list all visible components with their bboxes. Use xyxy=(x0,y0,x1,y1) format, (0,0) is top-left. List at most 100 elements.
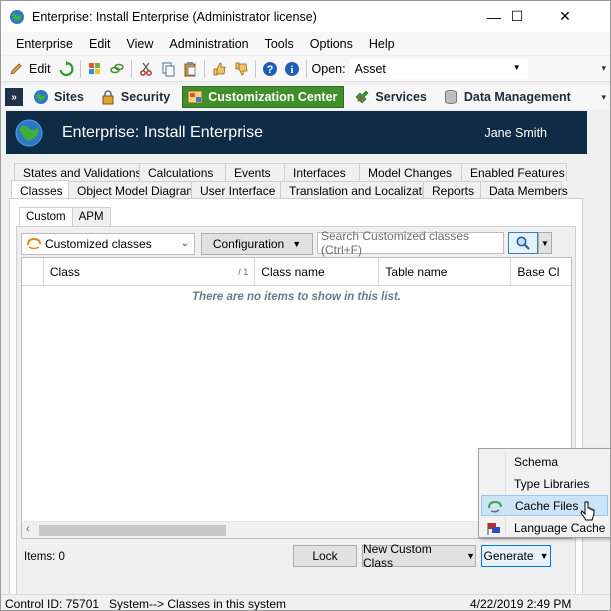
nav-item-label: Services xyxy=(375,90,427,104)
column-header-table-name[interactable]: Table name xyxy=(379,258,512,286)
tab-enabled-features[interactable]: Enabled Features xyxy=(461,163,567,181)
menu-administration[interactable]: Administration xyxy=(161,37,256,51)
chevron-down-icon[interactable]: » xyxy=(5,88,23,106)
tab-row-upper: States and Validations Calculations Even… xyxy=(14,163,567,181)
tabs-area: States and Validations Calculations Even… xyxy=(6,157,587,609)
nav-bar: » Sites Security Customization Center Se… xyxy=(1,85,610,109)
cut-icon[interactable] xyxy=(137,60,155,78)
open-label: Open: xyxy=(311,61,346,76)
menu-item-label: Type Libraries xyxy=(514,476,590,491)
column-header-class-name[interactable]: Class name xyxy=(255,258,380,286)
class-filter-value: Customized classes xyxy=(45,237,152,251)
menu-options[interactable]: Options xyxy=(302,37,361,51)
menu-tools[interactable]: Tools xyxy=(257,37,302,51)
menu-help[interactable]: Help xyxy=(361,37,403,51)
tab-apm[interactable]: APM xyxy=(71,207,111,226)
tab-classes[interactable]: Classes xyxy=(11,180,69,200)
open-select[interactable]: Asset ▼ xyxy=(349,58,528,79)
tab-states-and-validations[interactable]: States and Validations xyxy=(14,163,142,181)
edit-label[interactable]: Edit xyxy=(29,62,51,76)
generate-button[interactable]: Generate ▼ xyxy=(481,545,551,567)
tab-calculations[interactable]: Calculations xyxy=(139,163,226,181)
class-filter-select[interactable]: Customized classes ⌄ xyxy=(21,233,195,255)
open-select-value: Asset xyxy=(354,61,386,76)
nav-item-sites[interactable]: Sites xyxy=(29,86,90,108)
menu-item-type-libraries[interactable]: Type Libraries xyxy=(481,473,608,494)
sort-indicator: / 1 xyxy=(238,267,249,277)
lock-icon xyxy=(102,90,114,105)
configuration-label: Configuration xyxy=(212,237,285,251)
search-input[interactable]: Search Customized classes (Ctrl+F) xyxy=(317,229,504,257)
tab-object-model-diagrams[interactable]: Object Model Diagrams xyxy=(68,181,202,199)
globe-icon xyxy=(10,9,24,24)
current-user[interactable]: Jane Smith xyxy=(484,126,547,140)
copy-icon[interactable] xyxy=(159,60,177,78)
tab-data-members[interactable]: Data Members xyxy=(480,181,568,199)
tab-user-interface[interactable]: User Interface xyxy=(191,181,281,199)
column-header-selector[interactable] xyxy=(22,258,44,286)
column-header-base-class[interactable]: Base Cl xyxy=(511,258,571,286)
nav-item-security[interactable]: Security xyxy=(96,86,176,108)
column-header-class[interactable]: Class / 1 xyxy=(44,258,256,286)
chevron-down-icon: ⌄ xyxy=(180,238,189,249)
column-label: Class name xyxy=(261,265,325,279)
thumbs-up-icon[interactable] xyxy=(210,60,228,78)
edit-pencil-icon[interactable] xyxy=(7,60,25,78)
search-options-button[interactable]: ▼ xyxy=(538,232,552,254)
toolbar: Edit ? i Open: Asset ▼ ▾ xyxy=(1,56,610,82)
scroll-left-icon[interactable]: ‹ xyxy=(26,523,30,535)
menu-item-schema[interactable]: Schema xyxy=(481,451,608,472)
globe-icon xyxy=(15,119,43,146)
paste-icon[interactable] xyxy=(181,60,199,78)
nav-item-data-management[interactable]: Data Management xyxy=(439,86,577,108)
classes-panel: Custom APM Customized classes ⌄ Configur… xyxy=(9,198,583,605)
nav-item-services[interactable]: Services xyxy=(350,86,432,108)
window-title: Enterprise: Install Enterprise (Administ… xyxy=(32,9,317,24)
customization-icon xyxy=(187,90,203,104)
nav-item-label: Sites xyxy=(54,90,84,104)
toolbar-separator xyxy=(79,59,81,78)
toolbar-separator xyxy=(305,59,307,78)
tab-translation-and-localization[interactable]: Translation and Localization xyxy=(280,181,438,199)
tab-events[interactable]: Events xyxy=(225,163,285,181)
menu-bar: Enterprise Edit View Administration Tool… xyxy=(1,32,610,55)
configuration-button[interactable]: Configuration ▼ xyxy=(201,233,313,255)
nav-item-customization-center[interactable]: Customization Center xyxy=(182,86,345,108)
close-icon: ✕ xyxy=(559,8,571,24)
title-bar[interactable]: Enterprise: Install Enterprise (Administ… xyxy=(1,1,610,32)
search-button[interactable] xyxy=(508,232,538,254)
tab-custom[interactable]: Custom xyxy=(19,207,73,226)
info-icon[interactable]: i xyxy=(283,60,301,78)
menu-view[interactable]: View xyxy=(119,37,162,51)
nav-overflow-icon[interactable]: ▾ xyxy=(601,92,606,103)
maximize-button[interactable]: ☐ xyxy=(494,1,540,32)
new-custom-class-button[interactable]: New Custom Class ▼ xyxy=(362,542,476,570)
empty-list-message: There are no items to show in this list. xyxy=(192,291,401,303)
menu-item-label: Cache Files xyxy=(515,498,579,513)
generate-label: Generate xyxy=(483,549,534,563)
link-icon[interactable] xyxy=(108,60,126,78)
cache-files-icon xyxy=(488,500,502,513)
scrollbar-thumb[interactable] xyxy=(39,525,226,536)
lock-button[interactable]: Lock xyxy=(293,545,357,567)
svg-text:?: ? xyxy=(266,64,273,76)
menu-enterprise[interactable]: Enterprise xyxy=(8,37,81,51)
status-bar: Control ID: 75701 System--> Classes in t… xyxy=(1,594,610,611)
generate-menu: Schema Type Libraries Cache Files Langua… xyxy=(478,448,610,538)
tab-reports[interactable]: Reports xyxy=(423,181,481,199)
tab-interfaces[interactable]: Interfaces xyxy=(284,163,360,181)
windows-icon[interactable] xyxy=(86,60,104,78)
help-icon[interactable]: ? xyxy=(261,60,279,78)
tab-model-changes[interactable]: Model Changes xyxy=(359,163,462,181)
menu-edit[interactable]: Edit xyxy=(81,37,119,51)
search-placeholder: Search Customized classes (Ctrl+F) xyxy=(321,229,470,257)
column-label: Base Cl xyxy=(517,265,560,279)
toolbar-overflow-icon[interactable]: ▾ xyxy=(601,63,606,74)
control-id: Control ID: 75701 xyxy=(5,597,100,611)
search-icon xyxy=(516,236,530,250)
dropdown-arrow-icon: ▼ xyxy=(541,238,549,248)
lock-label: Lock xyxy=(312,549,338,563)
refresh-icon[interactable] xyxy=(57,60,75,78)
close-button[interactable]: ✕ xyxy=(542,1,588,32)
thumbs-down-icon[interactable] xyxy=(232,60,250,78)
